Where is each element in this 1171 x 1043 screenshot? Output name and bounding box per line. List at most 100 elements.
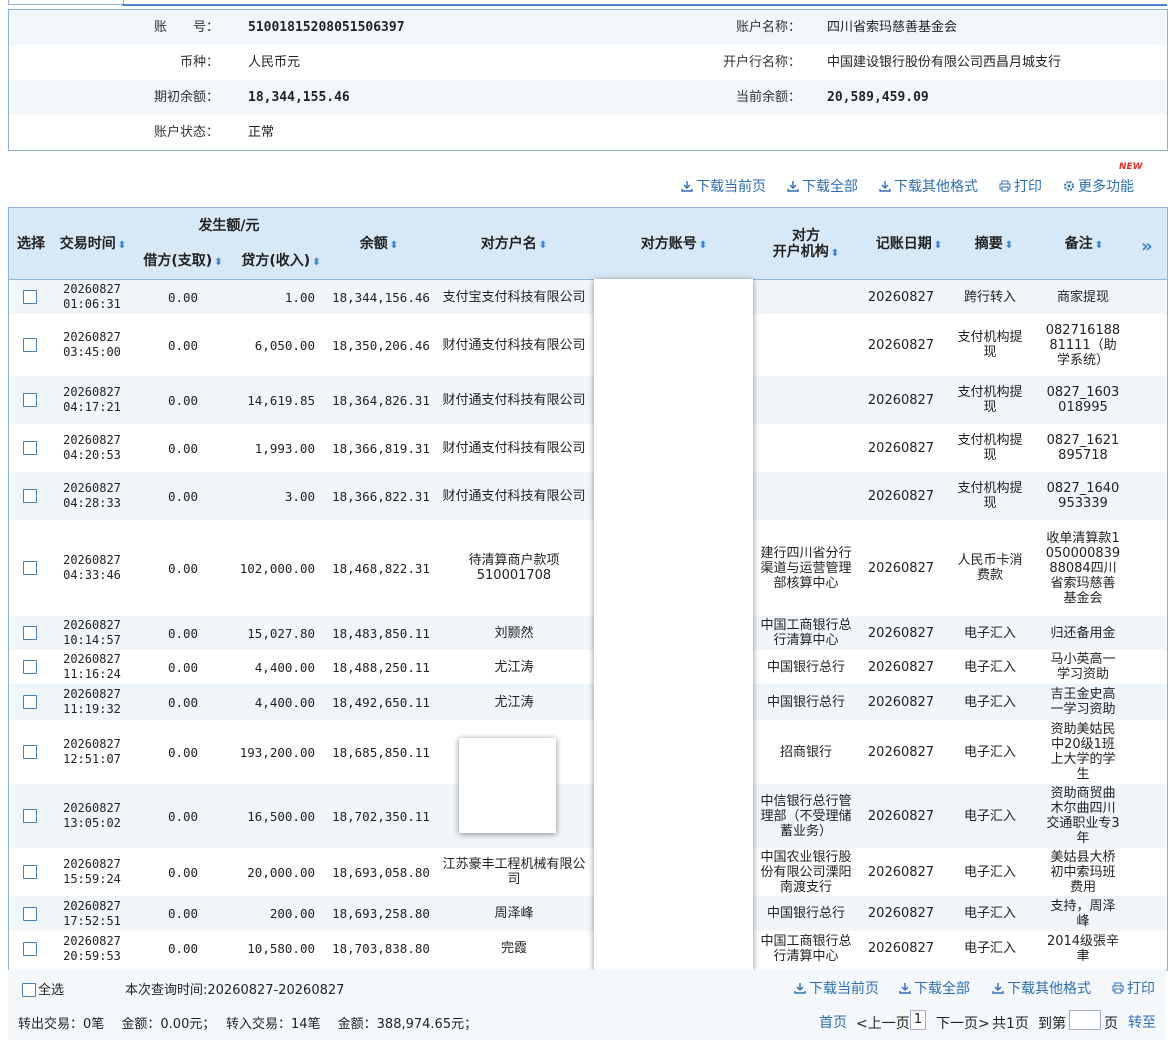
row-checkbox[interactable] (23, 626, 37, 640)
row-checkbox[interactable] (23, 695, 37, 709)
cell-summary: 电子汇入 (949, 848, 1031, 896)
cell-party: 刘颢然 (439, 616, 589, 650)
cell-note: 08271618881111（助学系统） (1039, 314, 1127, 376)
download-other-link[interactable]: 下载其他格式 (879, 176, 978, 196)
cell-balance: 18,468,822.31 (329, 520, 433, 616)
table-row[interactable]: 20260827 20:59:53 0.00 10,580.00 18,703,838.… (9, 931, 1167, 966)
footer-download-page-link[interactable]: 下载当前页 (794, 978, 879, 998)
new-badge: NEW (1119, 162, 1143, 172)
more-functions-link[interactable]: 更多功能 (1063, 176, 1134, 196)
row-checkbox[interactable] (23, 338, 37, 352)
row-checkbox[interactable] (23, 393, 37, 407)
row-checkbox[interactable] (23, 441, 37, 455)
goto-button[interactable]: 转至 (1128, 1012, 1156, 1032)
cell-summary-text: 电子汇入 (963, 744, 1016, 760)
gear-icon (1064, 181, 1074, 191)
sort-icon[interactable]: ⬍ (831, 248, 839, 259)
query-time: 本次查询时间:20260827-20260827 (125, 983, 345, 998)
cell-credit-text: 14,619.85 (247, 392, 315, 408)
cell-credit-text: 15,027.80 (247, 625, 315, 641)
sort-icon[interactable]: ⬍ (214, 257, 222, 268)
row-checkbox[interactable] (23, 561, 37, 575)
row-checkbox[interactable] (23, 906, 37, 921)
sort-icon[interactable]: ⬍ (390, 240, 398, 251)
cell-time: 20260827 10:14:57 (49, 616, 135, 650)
cell-debit-text: 0.00 (167, 941, 199, 956)
print-link[interactable]: 打印 (999, 176, 1042, 196)
row-checkbox[interactable] (23, 489, 37, 503)
sort-icon[interactable]: ⬍ (539, 240, 547, 251)
cell-time-date: 20260827 (63, 553, 121, 567)
current-balance: 20,589,459.09 (827, 90, 929, 105)
cell-time: 20260827 11:16:24 (49, 650, 135, 684)
cell-balance: 18,693,058.80 (329, 848, 433, 896)
table-row[interactable]: 20260827 04:17:21 0.00 14,619.85 18,364,826.… (9, 376, 1167, 424)
sort-icon[interactable]: ⬍ (699, 240, 707, 251)
row-checkbox[interactable] (23, 745, 37, 759)
row-checkbox[interactable] (23, 941, 37, 956)
more-functions-label: 更多功能 (1078, 179, 1134, 195)
col-time[interactable]: 交易时间 ⬍ (53, 236, 133, 254)
col-note[interactable]: 备注 ⬍ (1059, 236, 1109, 254)
cell-balance: 18,693,258.80 (329, 896, 433, 931)
sort-icon[interactable]: ⬍ (312, 257, 320, 268)
table-row[interactable]: 20260827 04:33:46 0.00 102,000.00 18,468,822… (9, 520, 1167, 616)
footer-download-other-link[interactable]: 下载其他格式 (992, 978, 1091, 998)
table-row[interactable]: 20260827 12:51:07 0.00 193,200.00 18,685,850… (9, 720, 1167, 784)
table-row[interactable]: 20260827 04:20:53 0.00 1,993.00 18,366,819.3… (9, 424, 1167, 472)
col-balance[interactable]: 余额 ⬍ (349, 236, 409, 254)
prev-page-link[interactable]: <上一页 (856, 1013, 910, 1033)
row-checkbox[interactable] (23, 290, 37, 304)
cell-party: 财付通支付科技有限公司 (439, 376, 589, 424)
table-row[interactable]: 20260827 13:05:02 0.00 16,500.00 18,702,350.… (9, 784, 1167, 848)
cell-time: 20260827 04:28:33 (49, 472, 135, 520)
sort-icon[interactable]: ⬍ (1005, 240, 1013, 251)
footer-print-link[interactable]: 打印 (1112, 978, 1155, 998)
first-page-link[interactable]: 首页 (819, 1012, 847, 1032)
cell-time-date: 20260827 (63, 385, 121, 399)
row-checkbox[interactable] (23, 809, 37, 823)
account-name-label: 账户名称： (735, 20, 801, 35)
col-post-date[interactable]: 记账日期 ⬍ (869, 236, 949, 254)
table-row[interactable]: 20260827 03:45:00 0.00 6,050.00 18,350,206.4… (9, 314, 1167, 376)
active-tab[interactable] (8, 0, 124, 5)
footer-download-all-link[interactable]: 下载全部 (899, 978, 970, 998)
cell-time: 20260827 17:52:51 (49, 896, 135, 931)
col-party-account[interactable]: 对方账号 ⬍ (624, 236, 724, 254)
cell-balance-text: 18,364,826.31 (332, 392, 430, 408)
select-all[interactable]: 全选 (22, 979, 64, 998)
goto-page-input[interactable] (1069, 1010, 1101, 1030)
more-columns-icon[interactable]: » (1141, 236, 1153, 257)
cell-credit: 4,400.00 (229, 684, 315, 720)
table-row[interactable]: 20260827 04:28:33 0.00 3.00 18,366,822.31 财付通… (9, 472, 1167, 520)
select-all-checkbox[interactable] (22, 983, 36, 997)
cell-post-text: 20260827 (867, 289, 935, 305)
cell-post: 20260827 (861, 376, 941, 424)
sort-icon[interactable]: ⬍ (934, 240, 942, 251)
sort-icon[interactable]: ⬍ (118, 240, 126, 251)
cell-time: 20260827 20:59:53 (49, 931, 135, 966)
col-debit[interactable]: 借方(支取) ⬍ (137, 253, 229, 271)
col-party-bank-label-1: 对方 (792, 228, 820, 244)
sort-icon[interactable]: ⬍ (1095, 240, 1103, 251)
table-row[interactable]: 20260827 01:06:31 0.00 1.00 18,344,156.46 支付宝… (9, 280, 1167, 314)
table-row[interactable]: 20260827 15:59:24 0.00 20,000.00 18,693,058.… (9, 848, 1167, 896)
download-all-link[interactable]: 下载全部 (787, 176, 858, 196)
col-summary[interactable]: 摘要 ⬍ (964, 236, 1024, 254)
table-row[interactable]: 20260827 17:52:51 0.00 200.00 18,693,258.80 周… (9, 896, 1167, 931)
row-checkbox[interactable] (23, 865, 37, 879)
row-select-cell (9, 472, 51, 520)
table-row[interactable]: 20260827 11:19:32 0.00 4,400.00 18,492,650.1… (9, 684, 1167, 720)
row-checkbox[interactable] (23, 660, 37, 674)
cell-credit-text: 4,400.00 (254, 694, 315, 710)
col-party-bank[interactable]: 对方 开户机构 ⬍ (761, 228, 851, 262)
cell-post-text: 20260827 (867, 659, 935, 675)
cell-note-text: 0827_1603018995 (1046, 385, 1120, 415)
download-page-link[interactable]: 下载当前页 (681, 176, 766, 196)
col-party-name[interactable]: 对方户名 ⬍ (464, 236, 564, 254)
next-page-link[interactable]: 下一页> (936, 1013, 990, 1033)
table-row[interactable]: 20260827 11:16:24 0.00 4,400.00 18,488,250.1… (9, 650, 1167, 684)
cell-note-text: 0827_1640953339 (1046, 481, 1120, 511)
col-credit[interactable]: 贷方(收入) ⬍ (235, 253, 327, 271)
table-row[interactable]: 20260827 10:14:57 0.00 15,027.80 18,483,850.… (9, 616, 1167, 650)
